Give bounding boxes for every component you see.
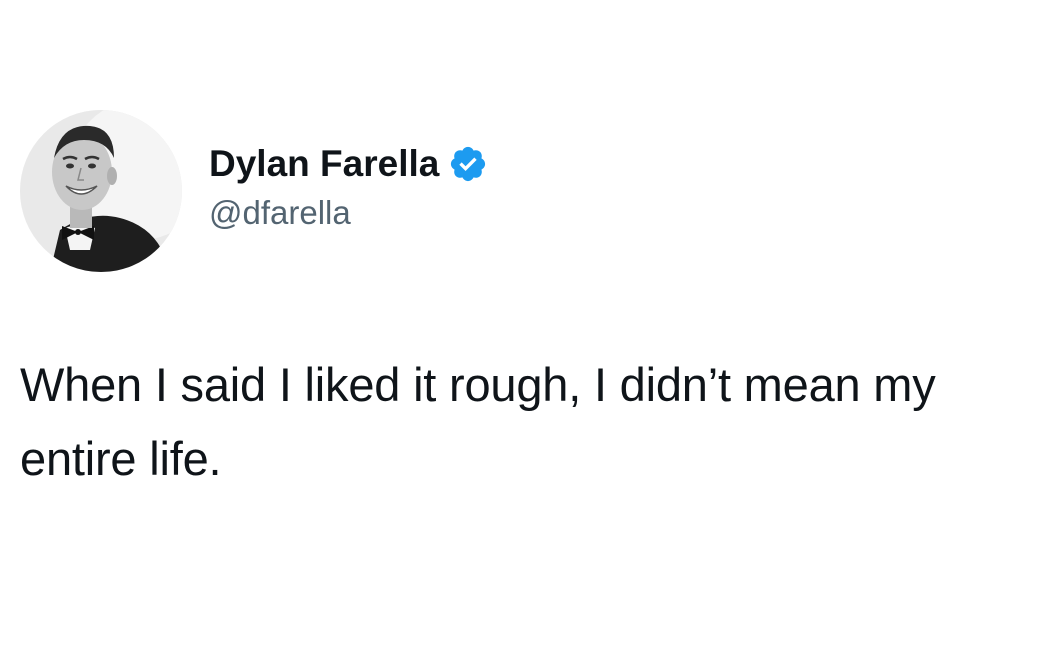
avatar-photo-icon — [20, 110, 182, 272]
tweet-text: When I said I liked it rough, I didn’t m… — [20, 358, 936, 485]
verified-badge-icon — [448, 144, 488, 184]
author-avatar[interactable] — [20, 110, 182, 272]
name-row: Dylan Farella — [209, 142, 488, 186]
author-handle[interactable]: @dfarella — [209, 192, 488, 234]
tweet-card: Dylan Farella @dfarella When I said I li… — [0, 0, 1051, 662]
author-names: Dylan Farella @dfarella — [209, 142, 488, 234]
author-display-name[interactable]: Dylan Farella — [209, 142, 439, 186]
tweet-header: Dylan Farella @dfarella — [20, 110, 488, 272]
